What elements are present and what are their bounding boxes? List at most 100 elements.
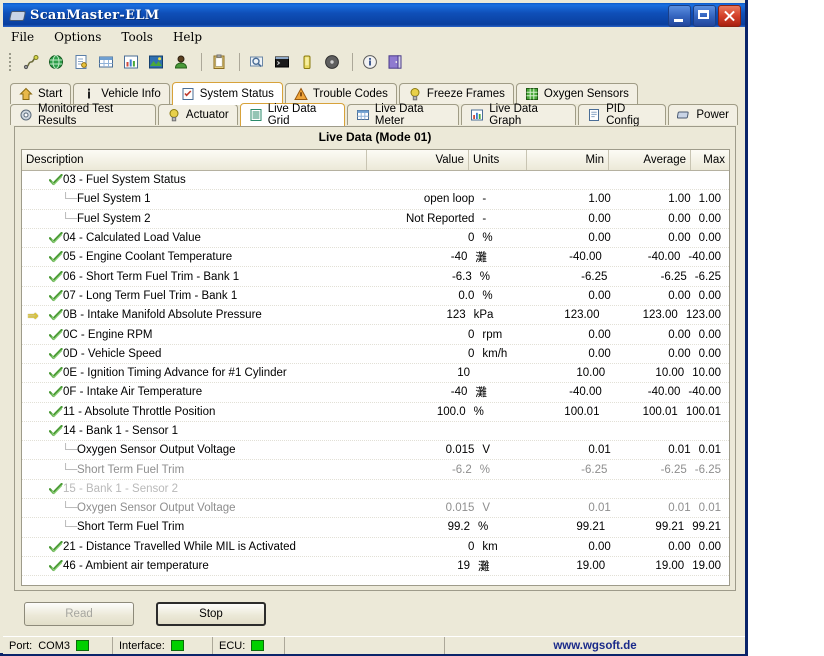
battery-icon[interactable]: [296, 51, 318, 73]
tab-actuator[interactable]: Actuator: [157, 104, 238, 125]
table-row[interactable]: 05 - Engine Coolant Temperature -40 灘 -40.0…: [22, 248, 729, 268]
stop-button[interactable]: Stop: [156, 602, 266, 626]
cell-average: 19.00: [655, 560, 685, 573]
column-header-min[interactable]: Min: [527, 150, 609, 170]
tab-label: Live Data Grid: [267, 103, 317, 127]
table-row[interactable]: └─ Short Term Fuel Trim 99.2% 99.21 99.21 99.…: [22, 518, 729, 538]
chart-icon[interactable]: [120, 51, 142, 73]
table-row[interactable]: 07 - Long Term Fuel Trim - Bank 1 0.0% 0.0…: [22, 287, 729, 307]
image-icon[interactable]: [145, 51, 167, 73]
read-button[interactable]: Read: [24, 602, 134, 626]
live-data-panel: Live Data (Mode 01) Description Value Un…: [14, 126, 736, 591]
table-icon[interactable]: [95, 51, 117, 73]
cell-value: open loop: [423, 193, 475, 206]
menu-file[interactable]: File: [11, 30, 34, 44]
bulb-icon: [167, 108, 181, 122]
table-row[interactable]: 0E - Ignition Timing Advance for #1 Cyli…: [22, 364, 729, 384]
table-row[interactable]: 15 - Bank 1 - Sensor 2: [22, 480, 729, 500]
cell-value: 0: [467, 540, 475, 553]
status-interface: Interface:: [113, 637, 213, 654]
status-website[interactable]: www.wgsoft.de: [445, 637, 745, 654]
gear-icon: [19, 108, 33, 122]
menu-tools[interactable]: Tools: [121, 30, 153, 44]
table-row[interactable]: └─ Oxygen Sensor Output Voltage 0.015 V 0.01…: [22, 499, 729, 519]
toolbar-grip[interactable]: [9, 53, 14, 71]
maximize-button[interactable]: [693, 5, 716, 27]
tab-power[interactable]: Power: [668, 104, 738, 125]
tree-branch-icon: └─: [61, 444, 78, 457]
row-label: 15 - Bank 1 - Sensor 2: [63, 482, 179, 495]
report-icon[interactable]: [70, 51, 92, 73]
cell-units: [491, 480, 549, 498]
globe-icon[interactable]: [45, 51, 67, 73]
table-row[interactable]: 06 - Short Term Fuel Trim - Bank 1 -6.3% -…: [22, 267, 729, 287]
cell-min: [549, 480, 631, 498]
menu-options[interactable]: Options: [54, 30, 101, 44]
close-button[interactable]: [718, 5, 741, 27]
minimize-button[interactable]: [668, 5, 691, 27]
connect-plug-icon[interactable]: [20, 51, 42, 73]
tab-freeze-frames[interactable]: Freeze Frames: [398, 83, 514, 104]
tab-live-data-meter[interactable]: Live Data Meter: [346, 103, 460, 127]
table-row[interactable]: 0C - Engine RPM 0 rpm 0.00 0.00 0.00: [22, 325, 729, 345]
cell-max: 100.01: [685, 405, 721, 418]
tab-oxygen-sensors[interactable]: Oxygen Sensors: [515, 83, 638, 104]
table-row[interactable]: 0F - Intake Air Temperature -40 灘 -40.00 -40…: [22, 383, 729, 403]
cell-average: 0.01: [668, 502, 691, 515]
status-check-icon: [48, 270, 63, 283]
table-row[interactable]: └─ Oxygen Sensor Output Voltage 0.015 V 0.01…: [22, 441, 729, 461]
tab-live-data-grid[interactable]: Live Data Grid: [239, 103, 345, 127]
status-check-icon: [48, 251, 63, 263]
status-check-icon: [48, 309, 63, 321]
menu-help[interactable]: Help: [173, 30, 202, 44]
application-window: ScanMaster-ELM File Options Tools Help S…: [0, 0, 748, 656]
tab-trouble-codes[interactable]: Trouble Codes: [284, 83, 397, 104]
search-monitor-icon[interactable]: [246, 51, 268, 73]
interface-led-icon: [170, 640, 184, 651]
column-header-units[interactable]: Units: [469, 150, 527, 170]
grid-header: Description Value Units Min Average Max: [22, 150, 729, 171]
column-header-average[interactable]: Average: [609, 150, 691, 170]
table-row[interactable]: 03 - Fuel System Status: [22, 171, 729, 191]
table-row[interactable]: 46 - Ambient air temperature 19 灘 19.00 19.0…: [22, 557, 729, 577]
disc-icon[interactable]: [321, 51, 343, 73]
user-icon[interactable]: [170, 51, 192, 73]
table-row[interactable]: 0D - Vehicle Speed 0 km/h 0.00 0.00 0.00: [22, 345, 729, 364]
table-row[interactable]: └─ Short Term Fuel Trim -6.2% -6.25 -6.25 -6.…: [22, 460, 729, 480]
table-row[interactable]: 21 - Distance Travelled While MIL is Act…: [22, 538, 729, 557]
cell-max: 0.00: [698, 232, 721, 245]
table-row[interactable]: 04 - Calculated Load Value 0% 0.00 0.00 0.00: [22, 229, 729, 249]
table-row[interactable]: └─ Fuel System 1 open loop - 1.00 1.00 1.00: [22, 190, 729, 210]
info-icon[interactable]: [359, 51, 381, 73]
ecu-led-icon: [251, 640, 265, 651]
tab-pid-config[interactable]: PID Config: [578, 103, 667, 127]
tab-start[interactable]: Start: [10, 83, 72, 104]
cell-max: 1.00: [698, 193, 721, 206]
tab-vehicle-info[interactable]: Vehicle Info: [73, 83, 170, 104]
table-row[interactable]: 14 - Bank 1 - Sensor 1: [22, 422, 729, 442]
clipboard-icon[interactable]: [208, 51, 230, 73]
table-row[interactable]: └─ Fuel System 2 Not Reported - 0.00 0.00 0.00: [22, 210, 729, 229]
tab-system-status[interactable]: System Status: [171, 82, 283, 105]
toolbar-separator: [352, 53, 353, 71]
exit-icon[interactable]: [384, 51, 406, 73]
cell-description: 14 - Bank 1 - Sensor 1: [44, 422, 389, 440]
column-header-value[interactable]: Value: [367, 150, 469, 170]
tab-monitored-test-results[interactable]: Monitored Test Results: [10, 103, 156, 127]
table-row[interactable]: ⇒ 0B - Intake Manifold Absolute Pressure 1…: [22, 306, 729, 326]
cell-description: └─ Short Term Fuel Trim: [44, 518, 376, 536]
cell-units: -: [482, 212, 487, 225]
column-header-description[interactable]: Description: [22, 150, 367, 170]
tab-row-primary: Start Vehicle Info System Status Trouble…: [10, 82, 740, 105]
tab-live-data-graph[interactable]: Live Data Graph: [461, 103, 577, 127]
status-bar: Port: COM3 Interface: ECU: www.wgsoft.de: [3, 636, 745, 654]
row-label: 0D - Vehicle Speed: [63, 347, 162, 360]
table-row[interactable]: 11 - Absolute Throttle Position 100.0% 100…: [22, 403, 729, 422]
terminal-icon[interactable]: [271, 51, 293, 73]
column-header-max[interactable]: Max: [691, 150, 729, 170]
cell-units: %: [473, 405, 484, 418]
cell-min: 100.01: [564, 405, 600, 418]
menu-bar: File Options Tools Help: [3, 27, 745, 47]
cell-value: 0: [467, 232, 475, 245]
status-check-icon: [48, 405, 63, 418]
